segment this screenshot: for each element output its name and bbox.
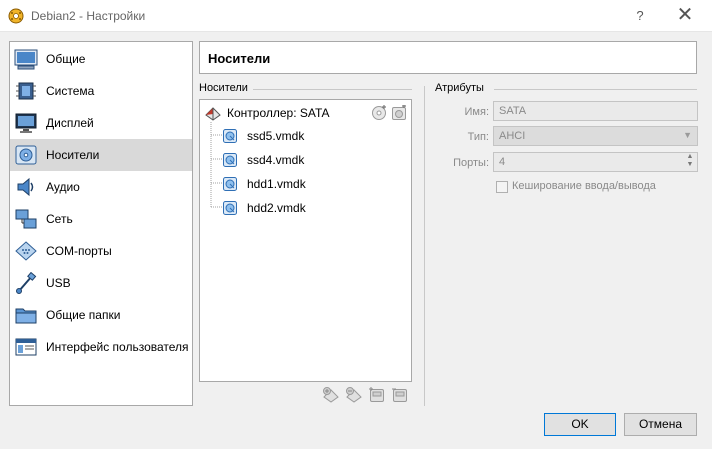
sidebar-item-label: Дисплей	[46, 116, 94, 130]
tree-item-disk[interactable]: hdd1.vmdk	[222, 174, 411, 194]
type-label: Тип:	[467, 131, 489, 143]
sidebar-item-storage[interactable]: Носители	[10, 139, 192, 171]
group-divider	[494, 89, 697, 90]
io-cache-label: Кеширование ввода/вывода	[512, 180, 656, 192]
disk-label: hdd2.vmdk	[247, 201, 306, 215]
hard-disk-icon	[223, 201, 237, 215]
sidebar-item-label: Общие	[46, 52, 86, 66]
close-button[interactable]: ✕	[674, 4, 696, 28]
sidebar-item-label: Аудио	[46, 180, 80, 194]
storage-disk-icon	[15, 145, 37, 165]
ports-value: 4	[499, 156, 506, 168]
storage-tree[interactable]: Контроллер: SATA ssd5.vmdk ssd4.vmdk hdd…	[199, 99, 412, 382]
sidebar-item-label: COM-порты	[46, 244, 112, 258]
window-bottom-edge	[0, 441, 712, 449]
serial-port-icon	[15, 241, 37, 261]
sidebar-item-usb[interactable]: USB	[10, 267, 192, 299]
general-icon	[14, 49, 38, 70]
vertical-divider	[424, 86, 425, 406]
sata-controller-icon	[205, 107, 221, 121]
type-select[interactable]: AHCI ▼	[493, 126, 698, 146]
tree-item-disk[interactable]: hdd2.vmdk	[222, 198, 411, 218]
system-chip-icon	[16, 82, 36, 100]
disk-label: ssd5.vmdk	[247, 129, 305, 143]
sidebar-item-label: Система	[46, 84, 95, 98]
tree-item-controller[interactable]: Контроллер: SATA	[200, 103, 411, 123]
display-monitor-icon	[15, 113, 37, 133]
io-cache-checkbox[interactable]	[496, 181, 508, 193]
window-title: Debian2 - Настройки	[31, 9, 146, 23]
sidebar-item-audio[interactable]: Аудио	[10, 171, 192, 203]
type-value: AHCI	[499, 130, 526, 142]
sidebar-item-com-ports[interactable]: COM-порты	[10, 235, 192, 267]
sidebar-item-label: USB	[46, 276, 71, 290]
hard-disk-icon	[223, 177, 237, 191]
shared-folder-icon	[15, 308, 37, 324]
sidebar-item-shared-folders[interactable]: Общие папки	[10, 299, 192, 331]
virtualbox-app-icon	[8, 8, 24, 24]
group-divider	[253, 89, 412, 90]
sidebar-item-display[interactable]: Дисплей	[10, 107, 192, 139]
sidebar-item-label: Сеть	[46, 212, 73, 226]
user-interface-icon	[15, 338, 37, 356]
name-label: Имя:	[464, 106, 489, 118]
sidebar-item-label: Интерфейс пользователя	[46, 340, 189, 354]
usb-icon	[16, 272, 37, 294]
name-value: SATA	[499, 105, 527, 117]
network-icon	[15, 209, 37, 229]
cancel-button[interactable]: Отмена	[624, 413, 697, 436]
sidebar-item-general[interactable]: Общие	[10, 43, 192, 75]
ports-label: Порты:	[453, 157, 489, 169]
disk-label: ssd4.vmdk	[247, 153, 305, 167]
tree-item-disk[interactable]: ssd5.vmdk	[222, 126, 411, 146]
ok-button[interactable]: OK	[544, 413, 616, 436]
sidebar-item-system[interactable]: Система	[10, 75, 192, 107]
audio-speaker-icon	[17, 177, 34, 197]
page-header: Носители	[199, 41, 697, 74]
hard-disk-icon	[223, 153, 237, 167]
remove-controller-icon[interactable]	[345, 386, 363, 404]
add-attachment-icon[interactable]	[368, 386, 386, 404]
settings-sidebar: Общие Система Дисплей Носители Аудио Сет…	[9, 41, 193, 406]
storage-group-label: Носители	[199, 82, 248, 94]
tree-item-disk[interactable]: ssd4.vmdk	[222, 150, 411, 170]
sidebar-item-network[interactable]: Сеть	[10, 203, 192, 235]
spin-arrows-icon[interactable]: ▲ ▼	[684, 153, 696, 171]
add-optical-drive-icon[interactable]	[371, 105, 387, 121]
add-hard-disk-icon[interactable]	[391, 105, 407, 121]
sidebar-item-label: Общие папки	[46, 308, 121, 322]
ports-spinbox[interactable]: 4 ▲ ▼	[493, 152, 698, 172]
sidebar-item-label: Носители	[46, 148, 100, 162]
add-controller-icon[interactable]	[322, 386, 340, 404]
controller-label: Контроллер: SATA	[227, 106, 330, 120]
sidebar-item-user-interface[interactable]: Интерфейс пользователя	[10, 331, 192, 363]
title-bar: Debian2 - Настройки ? ✕	[0, 0, 712, 32]
chevron-down-icon: ▼	[683, 130, 692, 140]
page-title: Носители	[208, 51, 271, 66]
name-field[interactable]: SATA	[493, 101, 698, 121]
hard-disk-icon	[223, 129, 237, 143]
attributes-group-label: Атрибуты	[435, 82, 484, 94]
help-button[interactable]: ?	[630, 4, 650, 28]
remove-attachment-icon[interactable]	[391, 386, 409, 404]
disk-label: hdd1.vmdk	[247, 177, 306, 191]
